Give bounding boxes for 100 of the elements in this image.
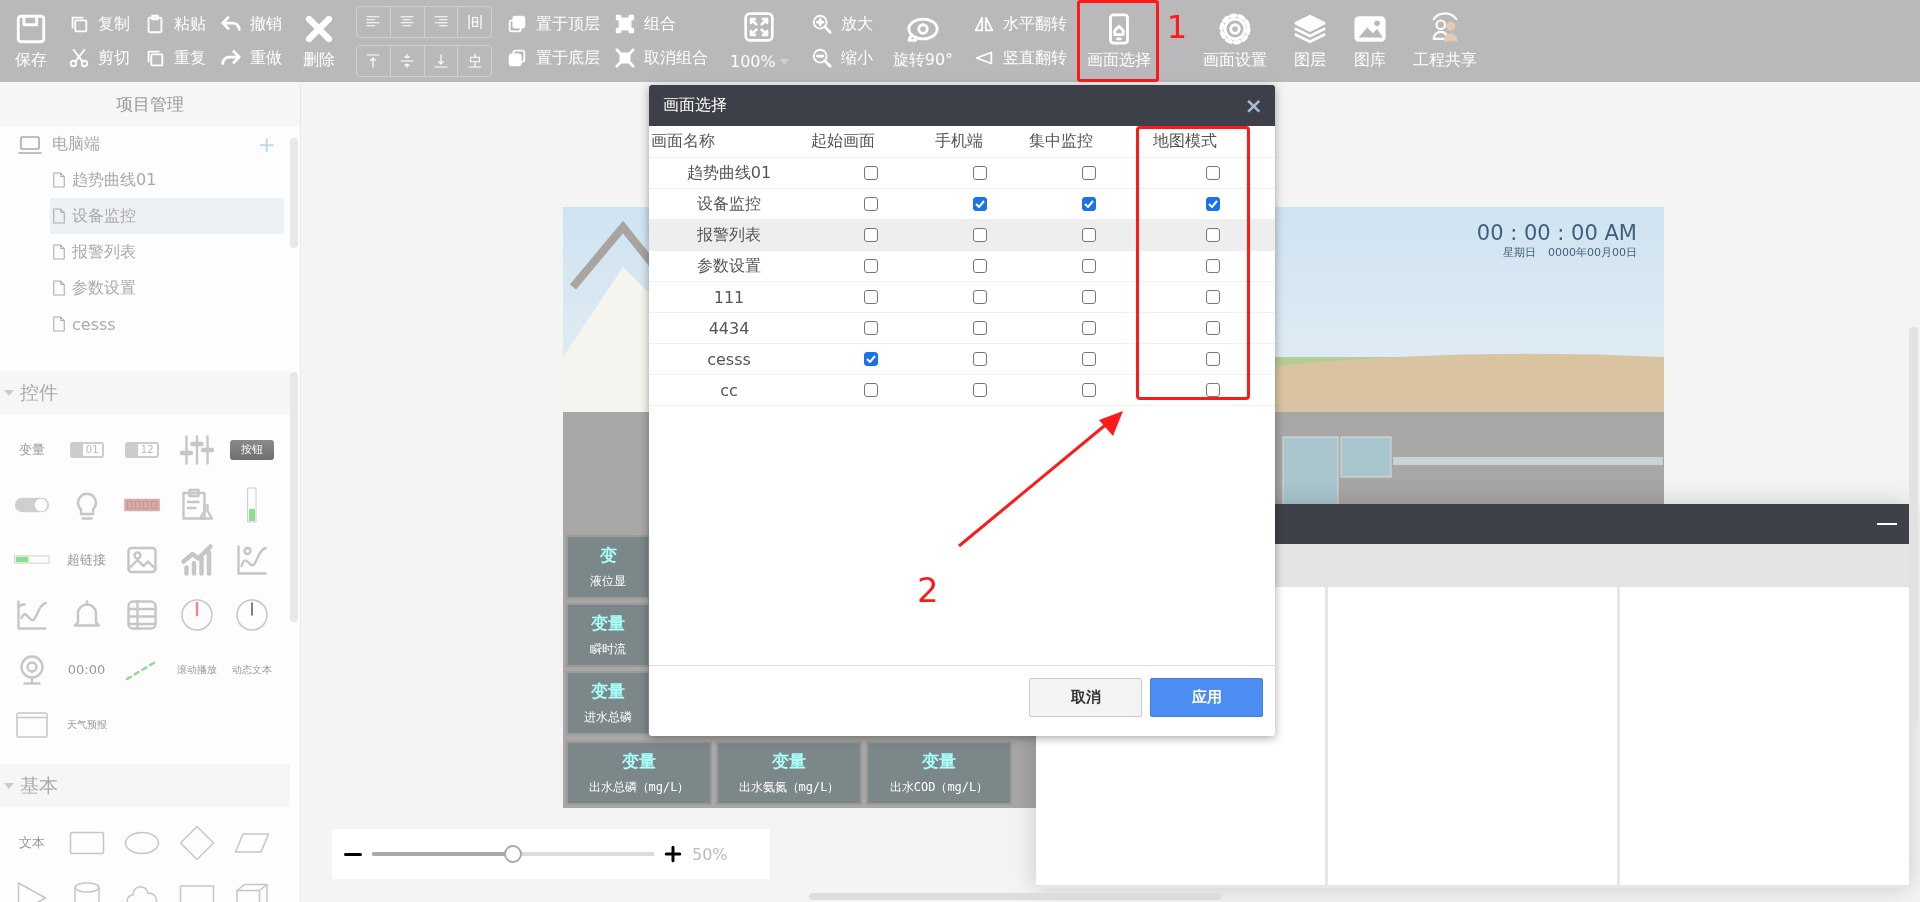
close-button[interactable]: × [1244,93,1263,118]
tile-label: 出水COD（mg/L） [889,779,989,796]
checkbox[interactable] [864,197,878,211]
ungroup-button[interactable]: 取消组合 [614,47,708,69]
gallery-button[interactable]: 图库 [1347,0,1394,82]
bring-to-front-button[interactable]: 置于顶层 [506,13,600,35]
duplicate-button[interactable]: 重复 [144,47,206,69]
checkbox[interactable] [973,321,987,335]
redo-button[interactable]: 重做 [220,47,282,69]
checkbox[interactable] [1082,228,1096,242]
screen-name: cc [719,380,739,400]
switch-icon [13,495,50,514]
rotate-button[interactable]: 旋转90° [886,0,960,82]
section-header[interactable]: 控件 [0,371,290,414]
checkbox[interactable] [1082,259,1096,273]
widget-label[interactable]: 动态文本 [231,662,272,677]
zoom-out-button[interactable]: 缩小 [810,47,873,69]
send-back-icon [506,47,528,69]
slider-thumb[interactable] [504,845,522,863]
toggle-widget[interactable]: 12 [124,441,159,458]
checkbox[interactable] [864,290,878,304]
apply-button[interactable]: 应用 [1150,678,1263,717]
group-button[interactable]: 组合 [614,13,708,35]
widget-label[interactable]: 滚动播放 [176,662,217,677]
screen-select-button[interactable]: 画面选择 [1081,0,1158,82]
paste-button[interactable]: 粘贴 [144,13,206,35]
section-header[interactable]: 基本 [0,764,290,807]
checkbox[interactable] [1082,352,1096,366]
checkbox[interactable] [1082,290,1096,304]
delete-button[interactable]: 删除 [296,0,342,82]
send-to-back-button[interactable]: 置于底层 [506,47,600,69]
vertical-gauge-icon [244,486,259,523]
clock-time: 00 : 00 : 00 AM [1476,221,1637,245]
checkbox[interactable] [864,259,878,273]
checkbox[interactable] [1206,166,1220,180]
minus-icon [344,851,362,857]
horizontal-gauge-icon [13,553,50,566]
checkbox[interactable] [1082,197,1096,211]
checkbox[interactable] [973,197,987,211]
settings-icon [1218,11,1253,46]
checkbox[interactable] [864,352,878,366]
button-widget[interactable]: 按钮 [229,439,274,460]
tree-item[interactable]: 报警列表 [50,234,284,270]
checkbox[interactable] [1206,352,1220,366]
widget-label[interactable]: 变量 [18,440,45,459]
checkbox[interactable] [973,228,987,242]
tree-item[interactable]: 设备监控 [50,198,284,234]
checkbox[interactable] [973,290,987,304]
cut-button[interactable]: 剪切 [68,47,130,69]
scrollbar[interactable] [1909,327,1918,727]
widget-label[interactable]: 超链接 [67,550,106,569]
checkbox[interactable] [973,166,987,180]
widget-label[interactable]: 文本 [18,833,45,852]
bar-chart-icon [178,541,215,578]
clock-day: 星期日 [1503,245,1536,260]
bring-front-icon [506,13,528,35]
checkbox[interactable] [1082,166,1096,180]
zoom-level-dropdown[interactable]: 100% [730,52,789,71]
checkbox[interactable] [1206,383,1220,397]
copy-button[interactable]: 复制 [68,13,130,35]
checkbox[interactable] [973,259,987,273]
tree-item[interactable]: 参数设置 [50,270,284,306]
checkbox[interactable] [864,166,878,180]
zoom-reading: 50% [692,844,728,864]
tree-item[interactable]: 趋势曲线01 [50,162,284,198]
tree-item[interactable]: 电脑端 [0,126,100,162]
add-button[interactable]: + [257,132,276,157]
screen-settings-button[interactable]: 画面设置 [1197,0,1274,82]
tree-item[interactable]: cesss [50,306,284,342]
cancel-button[interactable]: 取消 [1029,678,1142,717]
checkbox[interactable] [864,228,878,242]
checkbox[interactable] [973,352,987,366]
file-icon [52,207,66,225]
tile-value: 变量 [622,750,656,773]
screen-name: 报警列表 [696,224,762,246]
flip-horizontal-button[interactable]: 水平翻转 [973,13,1068,35]
widget-label[interactable]: 00:00 [67,662,106,677]
project-share-button[interactable]: 工程共享 [1407,0,1484,82]
widget-label[interactable]: 天气预报 [66,717,107,732]
checkbox[interactable] [1206,321,1220,335]
checkbox[interactable] [1206,259,1220,273]
checkbox[interactable] [973,383,987,397]
file-icon [52,171,66,189]
checkbox[interactable] [1082,321,1096,335]
flip-vertical-button[interactable]: 竖直翻转 [973,47,1068,69]
checkbox[interactable] [1206,197,1220,211]
checkbox[interactable] [1206,228,1220,242]
plus-icon [664,845,682,863]
save-button[interactable]: 保存 [8,0,54,82]
screen-name: 趋势曲线01 [685,162,773,184]
checkbox[interactable] [1206,290,1220,304]
checkbox[interactable] [864,383,878,397]
undo-button[interactable]: 撤销 [220,13,282,35]
zoom-in-button[interactable]: 放大 [810,13,873,35]
checkbox[interactable] [864,321,878,335]
column-header: 画面名称 [650,131,716,152]
toggle-widget[interactable]: 01 [69,441,104,458]
checkbox[interactable] [1082,383,1096,397]
layers-button[interactable]: 图层 [1287,0,1334,82]
dialog-title: 画面选择 [663,95,727,116]
